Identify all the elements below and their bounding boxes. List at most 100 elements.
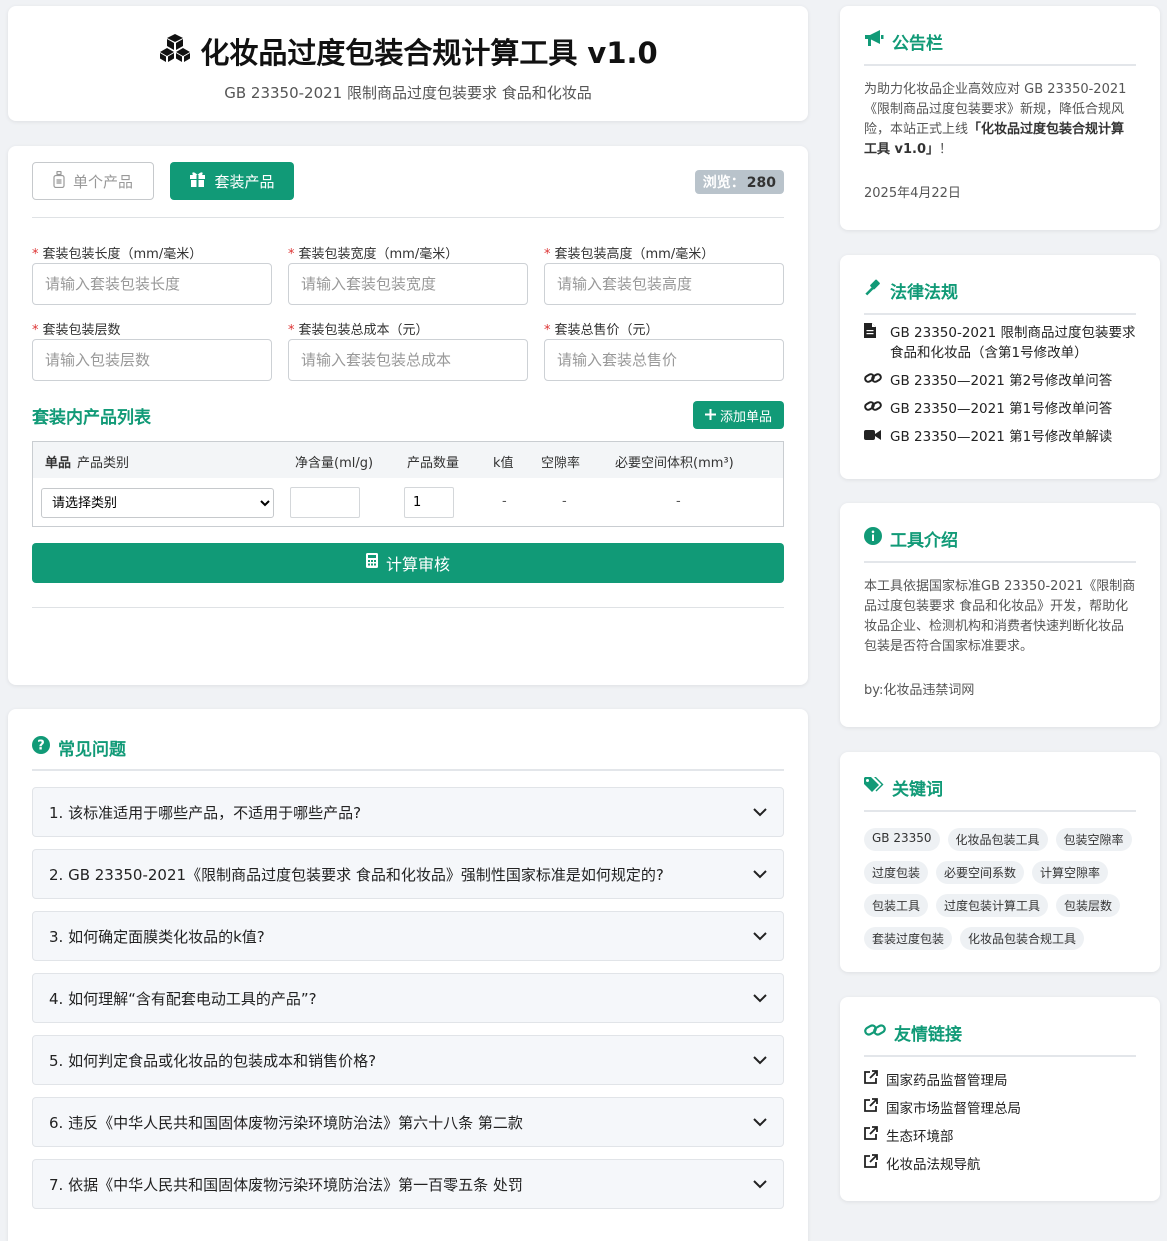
views-label: 浏览： (702, 175, 745, 191)
field-price: * 套装总售价（元） (544, 319, 784, 381)
page-title: 化妆品过度包装合规计算工具 v1.0 (8, 30, 808, 72)
external-link-icon (864, 1070, 878, 1088)
faq-item-3[interactable]: 3. 如何确定面膜类化妆品的k值? (32, 911, 784, 961)
chevron-down-icon (753, 865, 767, 883)
friend-link-2[interactable]: 国家市场监督管理总局 (864, 1097, 1136, 1117)
notice-date: 2025年4月22日 (864, 186, 961, 201)
tags-icon (864, 776, 884, 798)
field-layers: * 套装包装层数 (32, 319, 272, 381)
keywords-card: 关键词 GB 23350 化妆品包装工具 包装空隙率 过度包装 必要空间系数 计… (840, 752, 1160, 972)
faq-item-4[interactable]: 4. 如何理解“含有配套电动工具的产品”? (32, 973, 784, 1023)
field-width: * 套装包装宽度（mm/毫米） (288, 243, 528, 305)
links-heading: 友情链接 (864, 1021, 1136, 1045)
views-count: 280 (746, 175, 776, 191)
keyword-tag[interactable]: 化妆品包装工具 (947, 828, 1048, 851)
megaphone-icon (864, 30, 884, 52)
divider (32, 769, 784, 771)
links-title: 友情链接 (894, 1024, 962, 1045)
category-select[interactable]: 请选择类别 (41, 488, 274, 518)
add-product-button[interactable]: 添加单品 (692, 401, 784, 429)
bottle-icon (53, 170, 65, 192)
col-void: 空隙率 (541, 456, 581, 471)
keyword-tag[interactable]: GB 23350 (864, 828, 940, 851)
width-input[interactable] (288, 263, 528, 305)
keyword-tag[interactable]: 包装空隙率 (1055, 828, 1132, 851)
height-input[interactable] (544, 263, 784, 305)
chevron-down-icon (753, 1113, 767, 1131)
external-link-icon (864, 1126, 878, 1144)
tab-bundle-product[interactable]: 套装产品 (170, 162, 294, 200)
chevron-down-icon (753, 1051, 767, 1069)
intro-title: 工具介绍 (890, 530, 958, 551)
law-link-2[interactable]: GB 23350—2021 第2号修改单问答 (864, 371, 1136, 391)
divider (864, 64, 1136, 66)
length-input[interactable] (32, 263, 272, 305)
video-icon (864, 427, 882, 447)
faq-item-2[interactable]: 2. GB 23350-2021《限制商品过度包装要求 食品和化妆品》强制性国家… (32, 849, 784, 899)
tab-single-label: 单个产品 (72, 172, 133, 191)
law-link-1[interactable]: GB 23350-2021 限制商品过度包装要求 食品和化妆品（含第1号修改单） (864, 323, 1136, 363)
faq-item-6[interactable]: 6. 违反《中华人民共和国固体废物污染环境防治法》第六十八条 第二款 (32, 1097, 784, 1147)
tab-single-product[interactable]: 单个产品 (32, 162, 154, 200)
quantity-input[interactable] (404, 487, 454, 518)
faq-item-5[interactable]: 5. 如何判定食品或化妆品的包装成本和销售价格? (32, 1035, 784, 1085)
layers-input[interactable] (32, 339, 272, 381)
faq-card: ? 常见问题 1. 该标准适用于哪些产品，不适用于哪些产品? 2. GB 233… (8, 709, 808, 1241)
faq-heading: ? 常见问题 (32, 735, 784, 760)
keyword-tag[interactable]: 过度包装 (864, 861, 929, 884)
field-cost-label: * 套装包装总成本（元） (288, 323, 429, 338)
product-list-title: 套装内产品列表 (32, 407, 151, 428)
intro-text: 本工具依据国家标准GB 23350-2021《限制商品过度包装要求 食品和化妆品… (864, 579, 1136, 654)
svg-text:?: ? (37, 738, 45, 753)
divider (32, 607, 784, 608)
gift-icon (189, 171, 206, 191)
gavel-icon (864, 279, 882, 302)
keyword-tag[interactable]: 计算空隙率 (1032, 861, 1109, 884)
friend-link-1[interactable]: 国家药品监督管理局 (864, 1069, 1136, 1089)
col-volume: 必要空间体积(mm³) (615, 456, 734, 471)
col-quantity: 产品数量 (407, 456, 460, 471)
friend-link-4[interactable]: 化妆品法规导航 (864, 1153, 1136, 1173)
divider (864, 561, 1136, 563)
keyword-tag[interactable]: 过度包装计算工具 (936, 894, 1049, 917)
law-link-4[interactable]: GB 23350—2021 第1号修改单解读 (864, 427, 1136, 447)
keyword-tag[interactable]: 化妆品包装合规工具 (960, 927, 1085, 950)
keyword-tag[interactable]: 包装工具 (864, 894, 929, 917)
laws-heading: 法律法规 (864, 279, 1136, 303)
views-badge: 浏览： 280 (694, 170, 784, 194)
cost-input[interactable] (288, 339, 528, 381)
intro-author: by:化妆品违禁词网 (864, 683, 975, 698)
product-table: 单品 产品类别 净含量(ml/g) 产品数量 k值 空隙率 必要空间体积(mm³… (32, 441, 784, 527)
keyword-tag[interactable]: 套装过度包装 (864, 927, 953, 950)
laws-list: GB 23350-2021 限制商品过度包装要求 食品和化妆品（含第1号修改单）… (864, 323, 1136, 447)
keyword-tag[interactable]: 包装层数 (1056, 894, 1121, 917)
field-height-label: * 套装包装高度（mm/毫米） (544, 247, 715, 262)
calculate-label: 计算审核 (385, 557, 450, 574)
notice-text: 为助力化妆品企业高效应对 GB 23350-2021《限制商品过度包装要求》新规… (864, 82, 1127, 157)
net-content-input[interactable] (290, 487, 360, 518)
calculator-card: 单个产品 套装产品 浏览：280 *套装包装长度（mm/毫米） *套装包装宽度（… (8, 146, 808, 685)
chevron-down-icon (753, 1175, 767, 1193)
divider (864, 313, 1136, 315)
field-length-label: * 套装包装长度（mm/毫米） (32, 247, 203, 262)
field-width-label: * 套装包装宽度（mm/毫米） (288, 247, 459, 262)
page-subtitle: GB 23350-2021 限制商品过度包装要求 食品和化妆品 (224, 84, 592, 102)
notice-card: 公告栏 为助力化妆品企业高效应对 GB 23350-2021《限制商品过度包装要… (840, 6, 1160, 230)
calculator-icon (365, 553, 378, 573)
calculate-button[interactable]: 计算审核 (32, 543, 784, 583)
page-title-text: 化妆品过度包装合规计算工具 v1.0 (200, 36, 658, 70)
law-link-3[interactable]: GB 23350—2021 第1号修改单问答 (864, 399, 1136, 419)
faq-item-1[interactable]: 1. 该标准适用于哪些产品，不适用于哪些产品? (32, 787, 784, 837)
links-list: 国家药品监督管理局 国家市场监督管理总局 生态环境部 化妆品法规导航 (864, 1069, 1136, 1173)
friend-link-3[interactable]: 生态环境部 (864, 1125, 1136, 1145)
col-k: k值 (493, 456, 514, 471)
keyword-tag[interactable]: 必要空间系数 (936, 861, 1025, 884)
faq-title: 常见问题 (58, 739, 126, 760)
keywords-title: 关键词 (892, 779, 943, 800)
chevron-down-icon (753, 927, 767, 945)
external-link-icon (864, 1154, 878, 1172)
faq-item-7[interactable]: 7. 依据《中华人民共和国固体废物污染环境防治法》第一百零五条 处罚 (32, 1159, 784, 1209)
price-input[interactable] (544, 339, 784, 381)
notice-title: 公告栏 (892, 33, 943, 54)
keyword-tags: GB 23350 化妆品包装工具 包装空隙率 过度包装 必要空间系数 计算空隙率… (864, 828, 1136, 950)
